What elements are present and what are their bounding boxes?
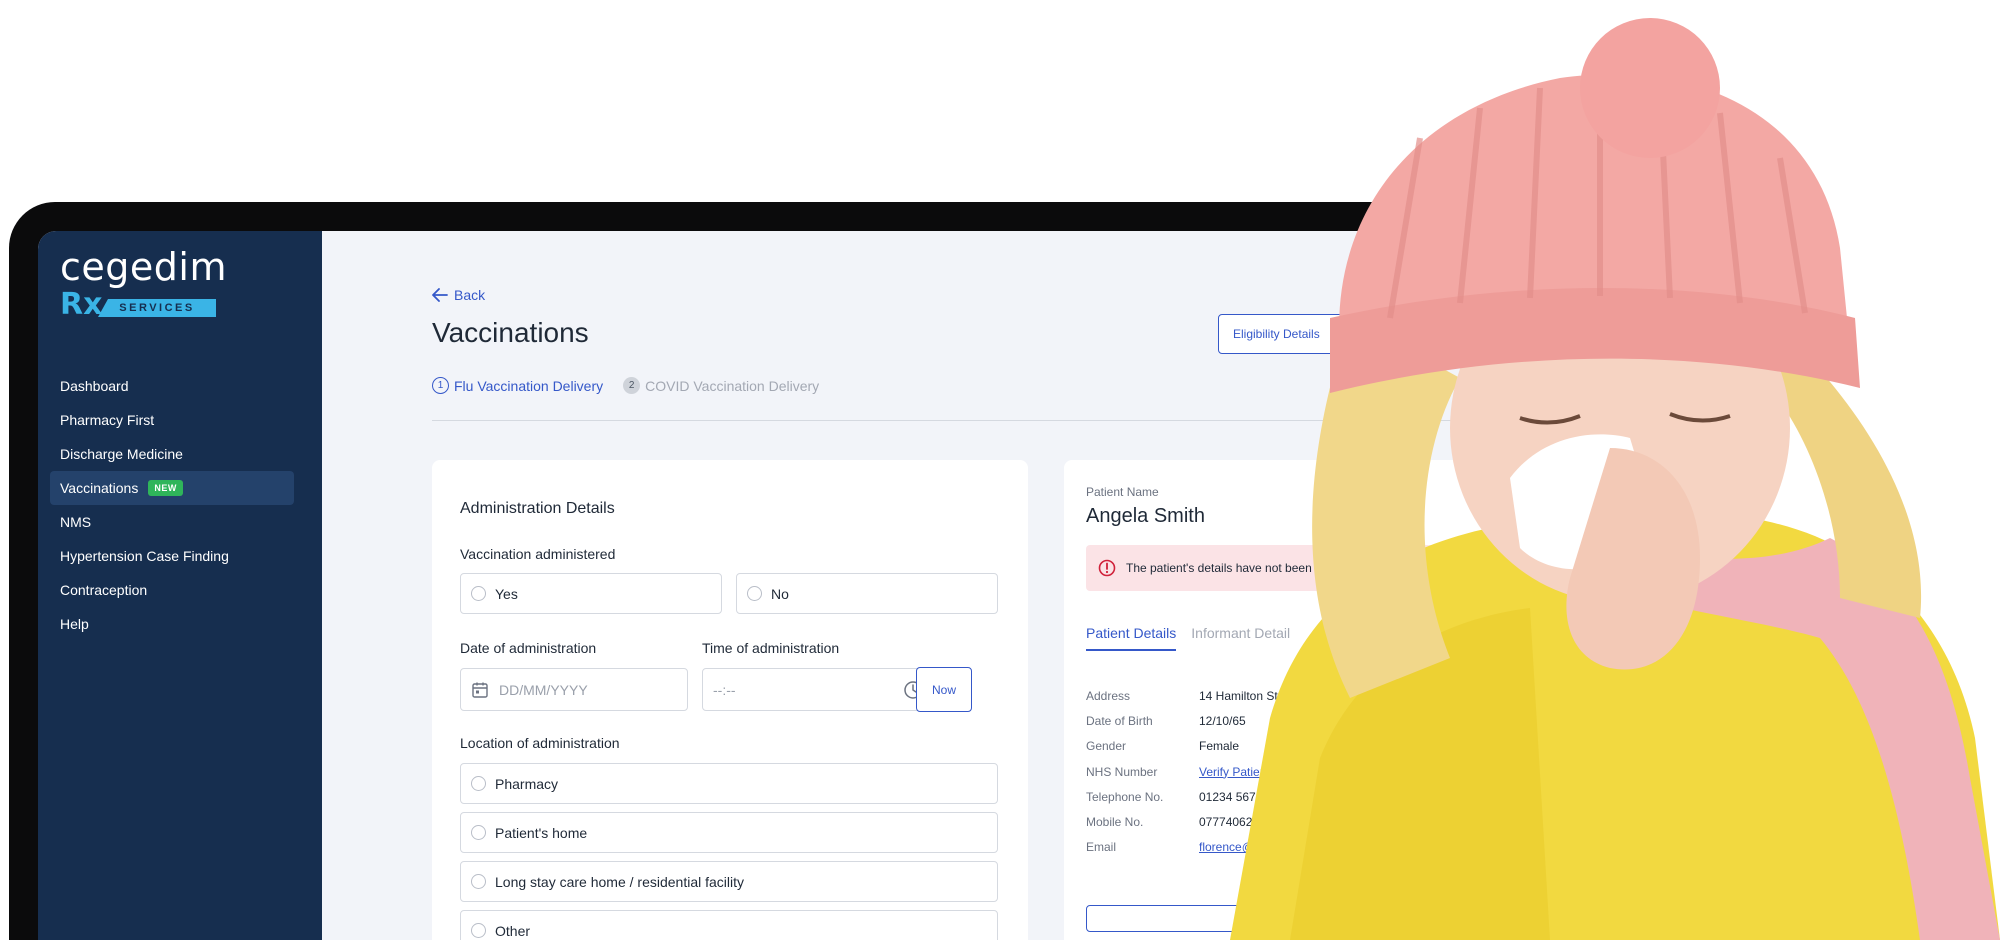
radio-label: No: [771, 585, 789, 602]
radio-location-pharmacy[interactable]: Pharmacy: [460, 763, 998, 804]
sidebar-item-label: Hypertension Case Finding: [60, 548, 229, 564]
time-of-administration-label: Time of administration: [702, 640, 840, 656]
sidebar-item-label: Pharmacy First: [60, 412, 155, 428]
sidebar-item-pharmacy-first[interactable]: Pharmacy First: [50, 403, 294, 437]
radio-circle: [471, 923, 486, 938]
arrow-left-icon: [432, 288, 448, 302]
administration-card: Administration Details Vaccination admin…: [432, 460, 1028, 940]
radio-label: Other: [495, 922, 531, 939]
sidebar-item-contraception[interactable]: Contraception: [50, 573, 294, 607]
sidebar-item-nms[interactable]: NMS: [50, 505, 294, 539]
radio-label: Pharmacy: [495, 775, 559, 792]
radio-location-patients-home[interactable]: Patient's home: [460, 812, 998, 853]
radio-label: Long stay care home / residential facili…: [495, 873, 745, 890]
sidebar-item-vaccinations[interactable]: Vaccinations NEW: [50, 471, 294, 505]
radio-circle: [471, 874, 486, 889]
sidebar-nav: Dashboard Pharmacy First Discharge Medic…: [50, 369, 294, 641]
card-title: Administration Details: [460, 500, 615, 517]
radio-circle: [471, 825, 486, 840]
step-label: COVID Vaccination Delivery: [645, 377, 820, 394]
time-placeholder: --:--: [713, 681, 736, 698]
step-label: Flu Vaccination Delivery: [454, 377, 604, 394]
back-label: Back: [454, 287, 486, 303]
sidebar-item-label: Discharge Medicine: [60, 446, 183, 462]
sidebar-item-label: NMS: [60, 514, 92, 530]
radio-circle: [747, 586, 762, 601]
sidebar-item-help[interactable]: Help: [50, 607, 294, 641]
info-key: Gender: [1086, 739, 1127, 754]
stepper: 1 Flu Vaccination Delivery 2 COVID Vacci…: [432, 377, 839, 394]
vaccination-administered-label: Vaccination administered: [460, 546, 616, 562]
back-link[interactable]: Back: [432, 287, 485, 303]
info-key: NHS Number: [1086, 764, 1158, 779]
info-key: Telephone No.: [1086, 789, 1164, 804]
sidebar-item-label: Help: [60, 616, 89, 632]
sidebar-item-label: Dashboard: [60, 378, 129, 394]
logo-services: SERVICES: [98, 299, 216, 317]
info-key: Email: [1086, 840, 1117, 855]
radio-location-other[interactable]: Other: [460, 910, 998, 940]
radio-no[interactable]: No: [736, 573, 998, 614]
sidebar-item-label: Contraception: [60, 582, 148, 598]
sidebar-item-discharge-medicine[interactable]: Discharge Medicine: [50, 437, 294, 471]
cegedim-logo[interactable]: cegedim Rx SERVICES: [60, 245, 240, 325]
radio-label: Yes: [495, 585, 518, 602]
now-button[interactable]: Now: [916, 667, 972, 712]
new-badge: NEW: [148, 480, 183, 496]
info-key: Address: [1086, 688, 1131, 703]
info-key: Date of Birth: [1086, 713, 1153, 728]
sidebar-item-hypertension[interactable]: Hypertension Case Finding: [50, 539, 294, 573]
logo-word: cegedim: [60, 245, 227, 289]
step-covid-vaccination[interactable]: 2 COVID Vaccination Delivery: [623, 377, 819, 394]
step-flu-vaccination[interactable]: 1 Flu Vaccination Delivery: [432, 377, 603, 394]
patient-name-label: Patient Name: [1086, 485, 1159, 499]
location-of-administration-label: Location of administration: [460, 735, 620, 751]
sidebar-item-dashboard[interactable]: Dashboard: [50, 369, 294, 403]
calendar-icon: [472, 682, 488, 698]
patient-name: Angela Smith: [1086, 505, 1205, 527]
tab-patient-details[interactable]: Patient Details: [1086, 625, 1177, 651]
time-input[interactable]: --:--: [702, 668, 932, 711]
date-of-administration-label: Date of administration: [460, 640, 597, 656]
logo-rx: Rx: [60, 287, 103, 322]
sidebar: cegedim Rx SERVICES Dashboard Pharmacy F…: [38, 231, 322, 940]
date-input[interactable]: DD/MM/YYYY: [460, 668, 688, 711]
info-key: Mobile No.: [1086, 815, 1144, 830]
radio-location-care-home[interactable]: Long stay care home / residential facili…: [460, 861, 998, 902]
page-title: Vaccinations: [432, 317, 589, 348]
radio-circle: [471, 586, 486, 601]
date-placeholder: DD/MM/YYYY: [499, 681, 588, 698]
step-number: 1: [432, 377, 449, 394]
radio-circle: [471, 776, 486, 791]
alert-circle-icon: [1098, 559, 1116, 577]
sneezing-woman-photo: [1230, 18, 2000, 940]
radio-label: Patient's home: [495, 824, 588, 841]
sidebar-item-label: Vaccinations: [60, 480, 139, 496]
radio-yes[interactable]: Yes: [460, 573, 722, 614]
step-number: 2: [623, 377, 641, 394]
